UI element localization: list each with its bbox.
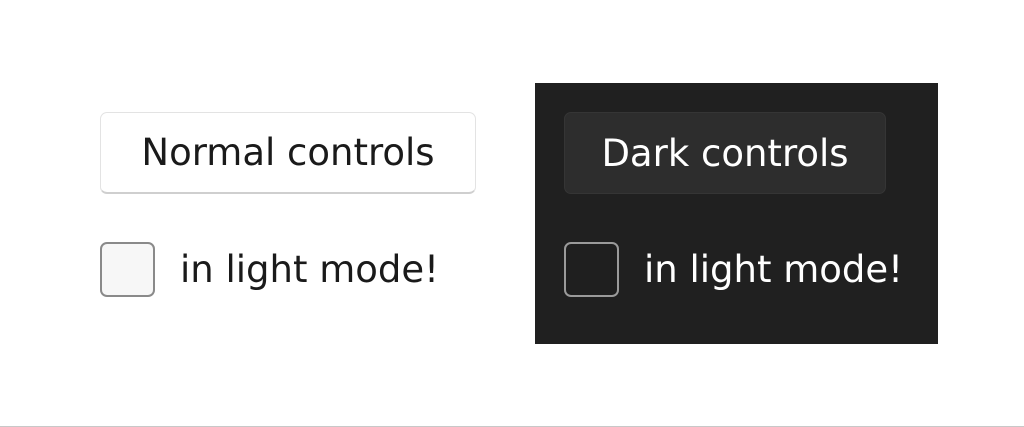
normal-controls-button[interactable]: Normal controls bbox=[100, 112, 476, 194]
page: Normal controls in light mode! Dark cont… bbox=[0, 0, 1024, 427]
dark-panel: Dark controls in light mode! bbox=[535, 83, 938, 344]
light-mode-checkbox[interactable] bbox=[100, 242, 155, 297]
dark-checkbox-label: in light mode! bbox=[644, 248, 904, 291]
dark-mode-checkbox[interactable] bbox=[564, 242, 619, 297]
light-checkbox-label: in light mode! bbox=[180, 248, 440, 291]
dark-controls-button[interactable]: Dark controls bbox=[564, 112, 886, 194]
